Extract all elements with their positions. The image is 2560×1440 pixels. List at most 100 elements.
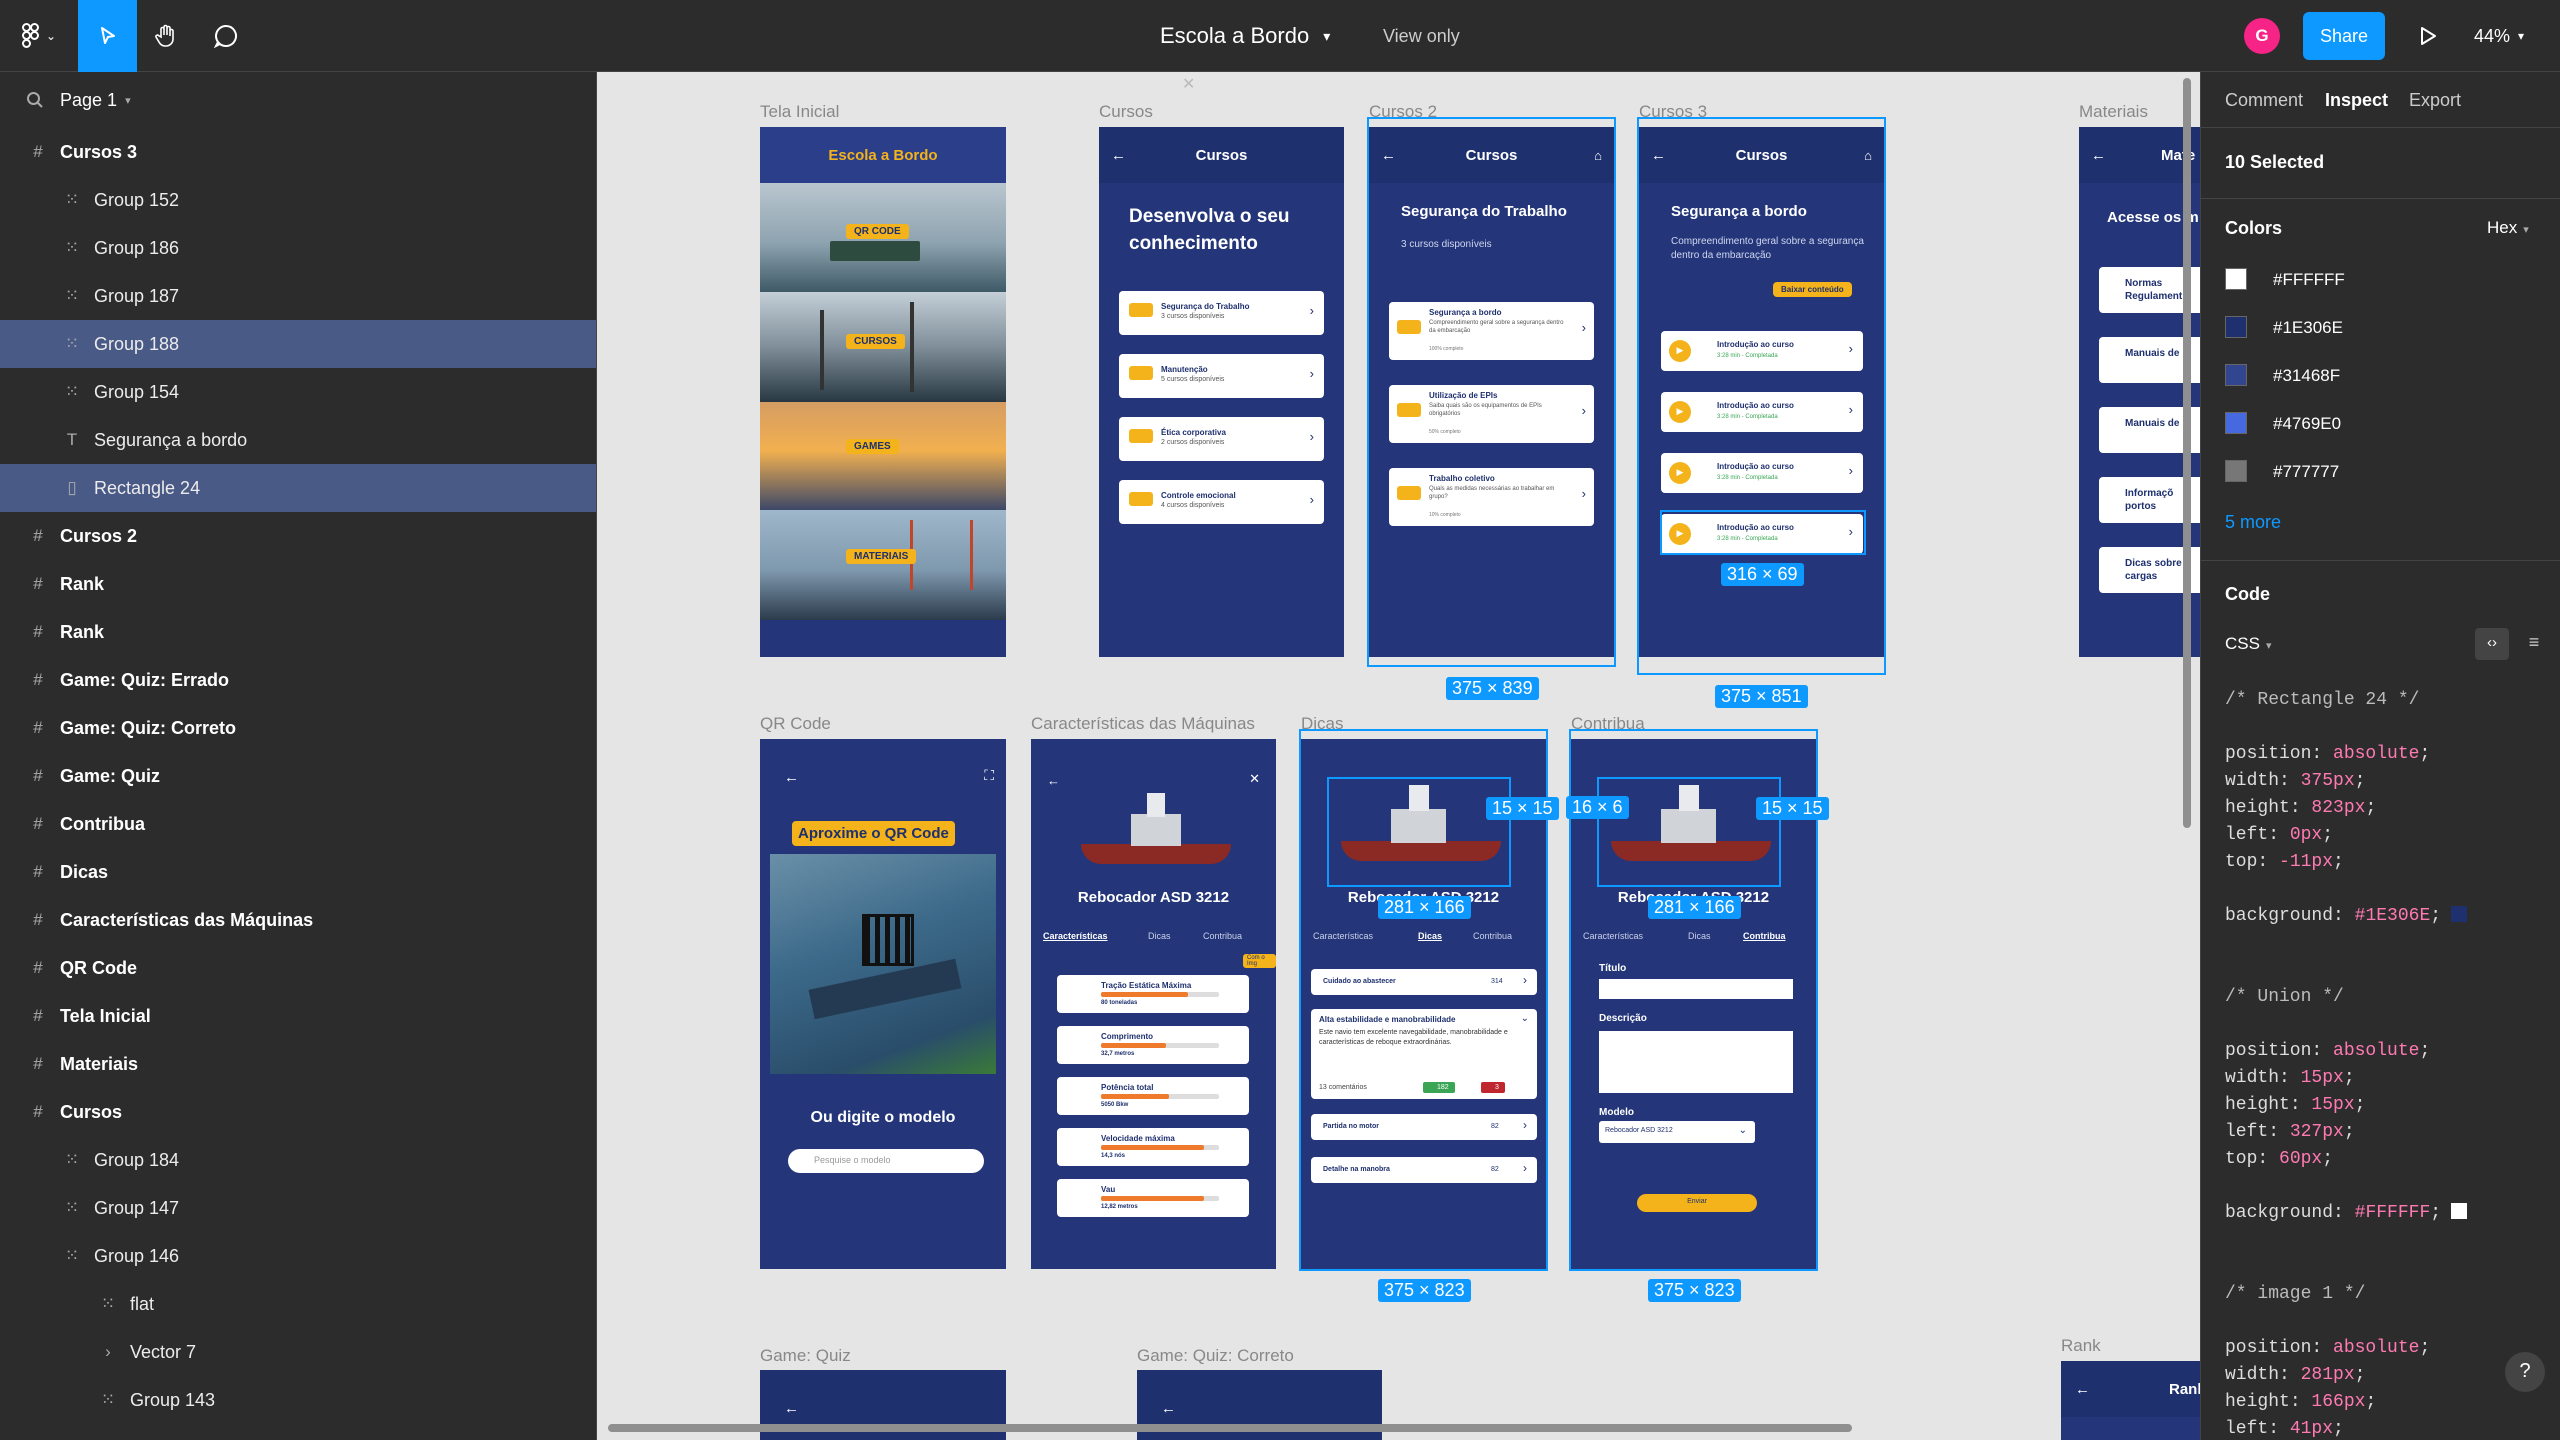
layer-row[interactable]: ⁙ flat (0, 1280, 596, 1328)
more-colors-link[interactable]: 5 more (2225, 512, 2281, 533)
layer-row[interactable]: # Cursos 2 (0, 512, 596, 560)
avatar[interactable]: G (2244, 18, 2280, 54)
frame-label-game-quiz-correto[interactable]: Game: Quiz: Correto (1137, 1346, 1294, 1366)
layer-row[interactable]: ⁙ Group 154 (0, 368, 596, 416)
layer-name: Materiais (60, 1053, 139, 1074)
comment-tool-button[interactable] (200, 14, 252, 58)
close-icon[interactable]: ✕ (1249, 771, 1260, 787)
tab-export[interactable]: Export (2409, 90, 2461, 111)
hand-tool-button[interactable] (140, 14, 192, 58)
tab-contribua[interactable]: Contribua (1203, 931, 1242, 941)
zoom-menu[interactable]: 44% ▾ (2474, 18, 2524, 54)
css-value: 375px (2300, 771, 2355, 791)
layer-row[interactable]: › Vector 7 (0, 1328, 596, 1376)
frame-rank[interactable]: ← Rank (2061, 1361, 2200, 1440)
tab-caracteristicas[interactable]: Características (1043, 931, 1108, 941)
present-button[interactable] (2406, 16, 2450, 56)
tag-cursos[interactable]: CURSOS (846, 334, 905, 349)
layer-row[interactable]: ⁙ Group 147 (0, 1184, 596, 1232)
layer-name: Group 187 (94, 285, 180, 306)
layer-row[interactable]: ▯ Rectangle 24 (0, 464, 596, 512)
figma-menu-button[interactable]: ⌄ (14, 16, 64, 56)
group-icon: ⁙ (64, 238, 80, 257)
frame-icon: # (33, 1102, 43, 1121)
color-row[interactable]: #1E306E (2225, 316, 2535, 346)
layer-row[interactable]: # Game: Quiz (0, 752, 596, 800)
layer-row[interactable]: # Rank (0, 560, 596, 608)
layer-row[interactable]: ⁙ Group 187 (0, 272, 596, 320)
layer-row[interactable]: # Game: Quiz: Correto (0, 704, 596, 752)
color-row[interactable]: #4769E0 (2225, 412, 2535, 442)
frame-label-qr-code[interactable]: QR Code (760, 714, 831, 734)
design-canvas[interactable]: ✕ Tela Inicial Escola a Bordo QR CODE CU… (598, 72, 2200, 1440)
color-swatch (2225, 268, 2247, 290)
horizontal-scrollbar[interactable] (608, 1424, 1852, 1432)
frame-caracteristicas[interactable]: ← ✕ Rebocador ASD 3212 Características Di… (1031, 739, 1276, 1269)
frame-label-caracteristicas[interactable]: Características das Máquinas (1031, 714, 1255, 734)
color-format-select[interactable]: Hex ▾ (2487, 218, 2529, 238)
back-arrow-icon[interactable]: ← (1047, 773, 1060, 788)
layer-row[interactable]: # Rank (0, 608, 596, 656)
help-button[interactable]: ? (2505, 1352, 2545, 1392)
frame-qr-code[interactable]: ← ⛶ Aproxime o QR Code Ou digite o model… (760, 739, 1006, 1269)
layer-row[interactable]: # Cursos 3 (0, 128, 596, 176)
vertical-scrollbar[interactable] (2183, 78, 2191, 828)
header-title: Rank (2169, 1380, 2200, 1398)
frame-tela-inicial[interactable]: Escola a Bordo QR CODE CURSOS GAMES MATE… (760, 127, 1006, 657)
layer-row[interactable]: ⁙ Group 184 (0, 1136, 596, 1184)
file-title-menu[interactable]: Escola a Bordo ▾ (1160, 18, 1330, 54)
tab-inspect[interactable]: Inspect (2325, 90, 2388, 111)
layer-row[interactable]: # Contribua (0, 800, 596, 848)
color-row[interactable]: #31468F (2225, 364, 2535, 394)
tab-comment[interactable]: Comment (2225, 90, 2303, 111)
tag-materiais[interactable]: MATERIAIS (846, 549, 917, 564)
layer-row[interactable]: # Dicas (0, 848, 596, 896)
code-line: width: 15px; (2225, 1068, 2355, 1088)
page-selector[interactable]: Page 1 ▾ (0, 72, 596, 128)
layer-row[interactable]: # Cursos (0, 1088, 596, 1136)
move-tool-button[interactable] (78, 0, 137, 72)
chevron-right-icon: › (1309, 429, 1314, 444)
layer-row[interactable]: ⁙ Group 146 (0, 1232, 596, 1280)
layer-row[interactable]: ⁙ Group 186 (0, 224, 596, 272)
tag-qr-code[interactable]: QR CODE (846, 224, 909, 239)
layer-row[interactable]: # Materiais (0, 1040, 596, 1088)
layer-row[interactable]: ⁙ Group 152 (0, 176, 596, 224)
layer-name: Rank (60, 621, 105, 642)
frame-label-materiais[interactable]: Materiais (2079, 102, 2148, 122)
layer-row[interactable]: ⁙ Group 143 (0, 1376, 596, 1424)
list-view-toggle[interactable]: ≡ (2517, 628, 2551, 660)
css-value: absolute (2333, 1041, 2420, 1061)
scan-icon[interactable]: ⛶ (984, 767, 994, 784)
layer-name: Game: Quiz: Errado (60, 669, 230, 690)
code-language-select[interactable]: CSS ▾ (2225, 634, 2272, 654)
layer-row[interactable]: ⁙ Group 188 (0, 320, 596, 368)
layer-name: Group 143 (130, 1389, 216, 1410)
frame-cursos[interactable]: ← Cursos Desenvolva o seu conhecimento Se… (1099, 127, 1344, 657)
css-property: height (2225, 798, 2290, 818)
course-card[interactable]: Controle emocional 4 cursos disponíveis › (1119, 480, 1324, 524)
course-card[interactable]: Ética corporativa 2 cursos disponíveis › (1119, 417, 1324, 461)
tab-dicas[interactable]: Dicas (1148, 931, 1171, 941)
layer-row[interactable]: # Tela Inicial (0, 992, 596, 1040)
layer-row[interactable]: # Game: Quiz: Errado (0, 656, 596, 704)
tag-games[interactable]: GAMES (846, 439, 899, 454)
layer-row[interactable]: # QR Code (0, 944, 596, 992)
color-row[interactable]: #777777 (2225, 460, 2535, 490)
frame-label-tela-inicial[interactable]: Tela Inicial (760, 102, 839, 122)
qr-title: Aproxime o QR Code (792, 821, 955, 846)
code-view-toggle[interactable]: ‹› (2475, 628, 2509, 660)
frame-label-cursos[interactable]: Cursos (1099, 102, 1153, 122)
frame-materiais[interactable]: ← Mate Acesse os m Normas Regulament Manua… (2079, 127, 2200, 657)
color-row[interactable]: #FFFFFF (2225, 268, 2535, 298)
layer-row[interactable]: T Segurança a bordo (0, 416, 596, 464)
course-card[interactable]: Manutenção 5 cursos disponíveis › (1119, 354, 1324, 398)
back-arrow-icon[interactable]: ← (784, 769, 799, 786)
layer-row[interactable]: # Características das Máquinas (0, 896, 596, 944)
course-card[interactable]: Segurança do Trabalho 3 cursos disponívei… (1119, 291, 1324, 335)
frame-label-rank[interactable]: Rank (2061, 1336, 2101, 1356)
model-search-input[interactable]: Pesquise o modelo (788, 1149, 984, 1173)
share-button[interactable]: Share (2303, 12, 2385, 60)
app-header: ← Mate (2079, 127, 2200, 183)
frame-label-game-quiz[interactable]: Game: Quiz (760, 1346, 851, 1366)
